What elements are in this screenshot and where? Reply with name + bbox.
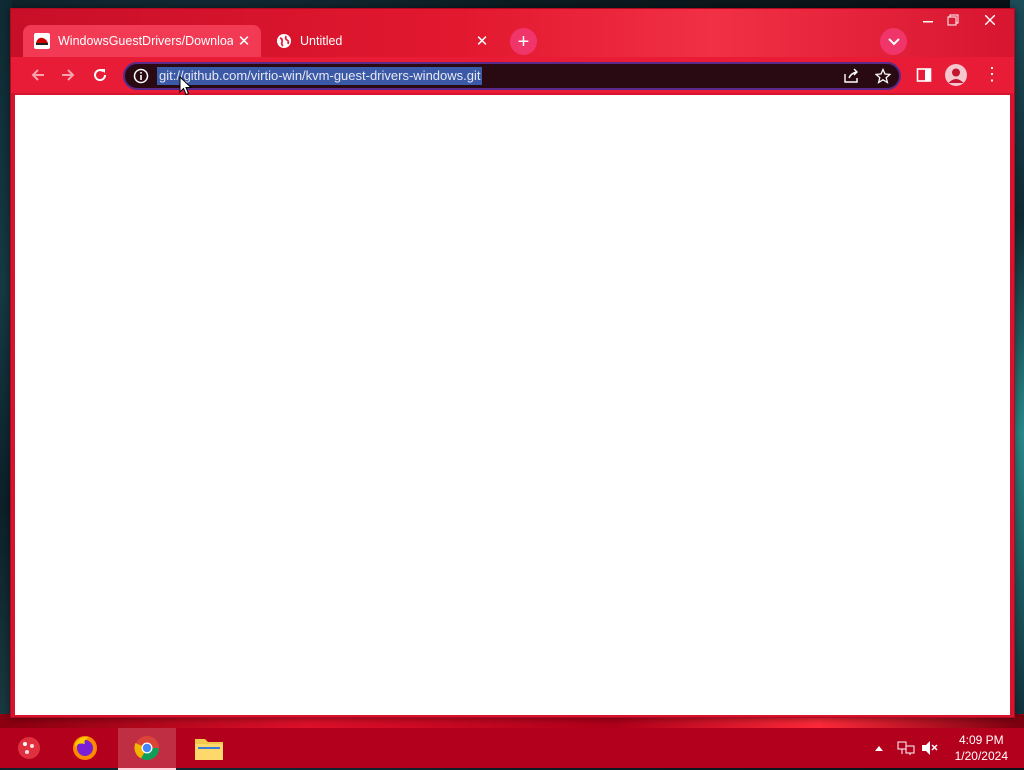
restore-button[interactable]: [941, 11, 965, 29]
reload-icon: [94, 69, 107, 82]
taskbar-file-explorer[interactable]: [180, 728, 238, 768]
forward-arrow-icon: [62, 69, 75, 81]
close-window-button[interactable]: [968, 11, 1012, 29]
browser-toolbar: git://github.com/virtio-win/kvm-guest-dr…: [11, 57, 1014, 93]
tab-strip: WindowsGuestDrivers/Download ✕ Untitled …: [11, 9, 1014, 61]
minimize-icon: [923, 21, 933, 23]
system-clock[interactable]: 4:09 PM 1/20/2024: [955, 732, 1008, 764]
browser-window: WindowsGuestDrivers/Download ✕ Untitled …: [10, 8, 1015, 718]
reload-button[interactable]: [87, 63, 113, 87]
profile-avatar-button[interactable]: [945, 64, 967, 86]
clock-time: 4:09 PM: [958, 733, 1004, 747]
volume-tray[interactable]: [921, 736, 939, 760]
back-button[interactable]: [25, 63, 51, 87]
close-icon: [985, 15, 995, 25]
forward-button[interactable]: [55, 63, 81, 87]
globe-icon: [276, 33, 292, 49]
tab-untitled[interactable]: Untitled ✕: [265, 25, 499, 57]
taskbar: 4:09 PM 1/20/2024: [0, 728, 1024, 770]
folder-icon: [195, 739, 223, 760]
redhat-icon: [34, 33, 50, 49]
restore-icon: [947, 14, 959, 26]
address-bar[interactable]: git://github.com/virtio-win/kvm-guest-dr…: [123, 62, 901, 90]
network-icon: [897, 741, 915, 755]
minimize-button[interactable]: [916, 11, 940, 29]
bookmark-star-icon[interactable]: [874, 67, 892, 89]
mouse-cursor-icon: [179, 75, 193, 101]
share-icon[interactable]: [843, 68, 859, 89]
close-tab-icon[interactable]: ✕: [471, 30, 493, 52]
info-icon[interactable]: [133, 68, 149, 84]
tab-search-button[interactable]: [880, 28, 907, 55]
tab-windows-guest-drivers[interactable]: WindowsGuestDrivers/Download ✕: [23, 25, 261, 57]
tab-title: Untitled: [300, 34, 343, 48]
network-tray[interactable]: [897, 736, 915, 760]
taskbar-firefox[interactable]: [56, 728, 114, 768]
new-tab-button[interactable]: +: [510, 28, 537, 55]
side-panel-button[interactable]: [916, 67, 932, 88]
chrome-icon: [134, 736, 159, 761]
firefox-icon: [73, 736, 97, 760]
more-menu-icon[interactable]: ⋮: [983, 65, 1001, 83]
back-arrow-icon: [31, 69, 44, 81]
chevron-down-icon: [887, 37, 900, 45]
page-content[interactable]: [15, 95, 1010, 715]
clock-date: 1/20/2024: [954, 749, 1008, 763]
taskbar-chrome[interactable]: [118, 728, 176, 770]
start-icon: [18, 737, 40, 759]
show-hidden-icons[interactable]: [874, 736, 884, 760]
avatar-icon: [948, 68, 964, 83]
volume-muted-icon: [922, 741, 938, 755]
tab-title: WindowsGuestDrivers/Download: [58, 34, 233, 48]
start-button[interactable]: [0, 728, 58, 768]
close-tab-icon[interactable]: ✕: [233, 30, 255, 52]
url-text[interactable]: git://github.com/virtio-win/kvm-guest-dr…: [157, 67, 483, 85]
side-panel-icon: [916, 68, 932, 82]
chevron-up-icon: [875, 746, 883, 751]
